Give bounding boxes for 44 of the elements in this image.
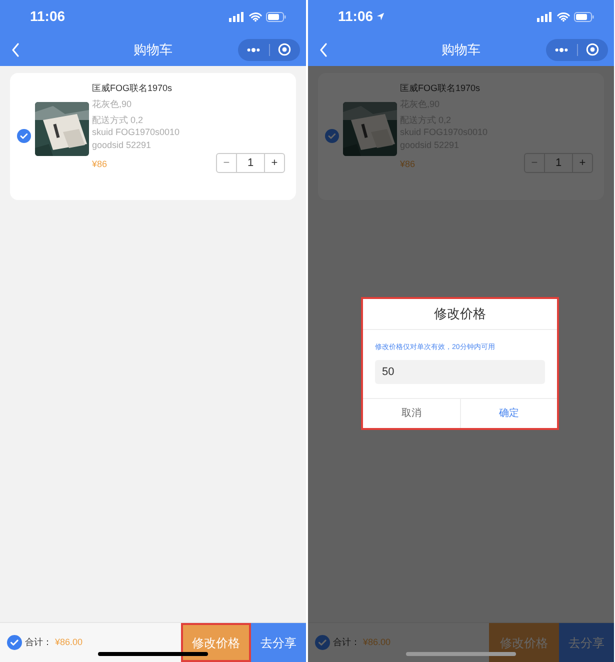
total-label: 合计： xyxy=(333,636,360,649)
more-icon xyxy=(554,46,569,52)
quantity-value: 1 xyxy=(544,154,573,172)
share-button[interactable]: 去分享 xyxy=(251,623,306,662)
total-price: ¥86.00 xyxy=(363,636,391,649)
product-name: 匡威FOG联名1970s xyxy=(400,82,482,94)
goodsid-text: goodsid 52291 xyxy=(92,139,152,152)
increase-button[interactable]: + xyxy=(265,154,284,172)
wifi-icon xyxy=(557,12,570,22)
product-spec: 花灰色,90 xyxy=(92,98,133,110)
decrease-button[interactable]: − xyxy=(525,154,544,172)
item-checkbox[interactable] xyxy=(325,129,339,143)
wifi-icon xyxy=(249,12,262,22)
decrease-button[interactable]: − xyxy=(217,154,236,172)
select-all-checkbox[interactable] xyxy=(315,635,330,650)
item-checkbox[interactable] xyxy=(17,129,31,143)
price-input[interactable]: 50 xyxy=(375,360,545,384)
battery-icon xyxy=(266,12,286,22)
edit-price-button[interactable]: 修改价格 xyxy=(181,623,251,662)
product-price: ¥86 xyxy=(400,158,416,172)
select-all-checkbox[interactable] xyxy=(7,635,22,650)
share-button[interactable]: 去分享 xyxy=(559,623,614,662)
battery-icon xyxy=(574,12,594,22)
total-price: ¥86.00 xyxy=(55,636,83,649)
signal-icon xyxy=(229,12,245,22)
more-icon xyxy=(246,46,261,52)
product-name: 匡威FOG联名1970s xyxy=(92,82,174,94)
page-title: 购物车 xyxy=(132,40,174,59)
total-label: 合计： xyxy=(25,636,52,649)
cancel-button[interactable]: 取消 xyxy=(363,399,460,428)
dialog-title: 修改价格 xyxy=(363,299,557,330)
confirm-button[interactable]: 确定 xyxy=(460,399,557,428)
product-price: ¥86 xyxy=(92,158,108,172)
delivery-text: 配送方式 0,2 xyxy=(92,114,144,126)
page-title: 购物车 xyxy=(440,40,482,59)
status-time: 11:06 xyxy=(338,7,374,26)
status-time: 11:06 xyxy=(30,7,66,26)
quantity-value: 1 xyxy=(236,154,265,172)
target-icon xyxy=(586,43,600,56)
location-arrow-icon xyxy=(376,12,386,21)
signal-icon xyxy=(537,12,553,22)
skuid-text: skuid FOG1970s0010 xyxy=(92,126,181,139)
increase-button[interactable]: + xyxy=(573,154,592,172)
target-icon xyxy=(278,43,292,56)
